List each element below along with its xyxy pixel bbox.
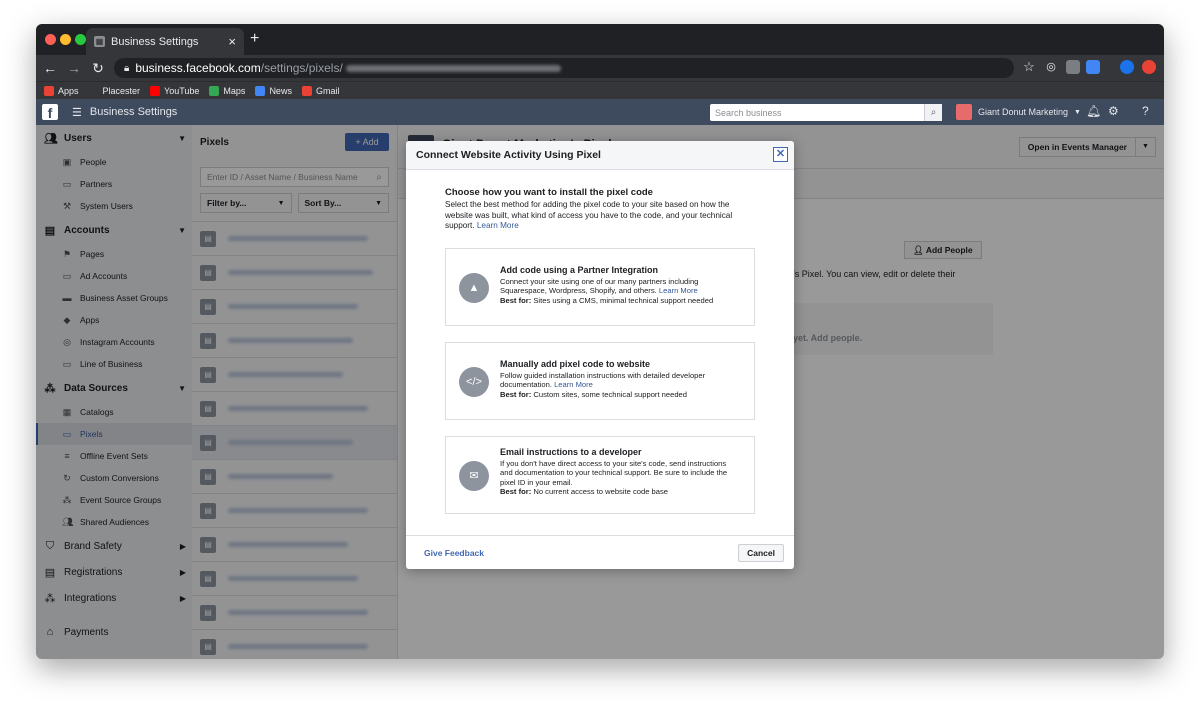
minimize-window-button[interactable] (60, 34, 71, 45)
nav-bar: ← → ↻ 🔒︎ business.facebook.com /settings… (36, 55, 1164, 81)
option-title: Manually add pixel code to website (500, 358, 651, 369)
learn-more-link[interactable]: Learn More (659, 286, 698, 295)
maps-icon (209, 85, 220, 96)
shopping-bag-icon: ▲ (459, 272, 489, 303)
option-title: Add code using a Partner Integration (500, 264, 659, 275)
option-best-for: Best for: Custom sites, some technical s… (500, 389, 688, 399)
reload-icon[interactable]: ↻ (88, 60, 108, 77)
chevron-down-icon: ▼ (1074, 108, 1081, 116)
bookmark-placester[interactable]: Placester (88, 85, 140, 96)
bookmarks-bar: Apps Placester YouTube Maps News Gmail (36, 81, 1164, 99)
gear-icon[interactable]: ⚙ (1108, 104, 1119, 118)
close-tab-icon[interactable]: × (228, 34, 236, 49)
option-description: Follow guided installation instructions … (500, 370, 706, 390)
option-description: Connect your site using one of our many … (500, 276, 699, 296)
dialog-footer: Give Feedback Cancel (406, 535, 794, 569)
fb-top-bar: f ☰ Business Settings Search business ⌕ … (36, 99, 1164, 125)
dialog-heading: Choose how you want to install the pixel… (445, 187, 653, 198)
lock-icon: 🔒︎ (124, 62, 130, 74)
profile-avatar-icon[interactable] (1120, 60, 1134, 74)
search-icon[interactable]: ⌕ (924, 104, 942, 121)
fb-header-title[interactable]: ☰ Business Settings (72, 106, 177, 119)
bookmark-news[interactable]: News (255, 85, 292, 96)
connect-pixel-dialog: Connect Website Activity Using Pixel ✕ C… (406, 141, 794, 569)
url-host: business.facebook.com (135, 61, 261, 75)
extension-icon[interactable] (1086, 60, 1100, 74)
option-manual-install[interactable]: </> Manually add pixel code to website F… (445, 341, 755, 420)
tab-title: Business Settings (111, 35, 199, 48)
close-icon[interactable]: ✕ (773, 147, 788, 162)
youtube-icon (150, 85, 161, 96)
extension-icon[interactable] (1066, 60, 1080, 74)
envelope-icon: ✉ (459, 460, 489, 491)
option-description: If you don't have direct access to your … (500, 458, 728, 487)
bookmark-youtube[interactable]: YouTube (150, 85, 199, 96)
business-search-input[interactable]: Search business ⌕ (710, 104, 942, 121)
dialog-header: Connect Website Activity Using Pixel ✕ (406, 141, 794, 170)
dialog-intro: Select the best method for adding the pi… (445, 200, 733, 230)
url-path: /settings/pixels/ (260, 61, 343, 75)
learn-more-link[interactable]: Learn More (554, 380, 593, 389)
business-avatar (956, 104, 972, 120)
browser-window: ▦ Business Settings × + ← → ↻ 🔒︎ busines… (36, 24, 1164, 659)
learn-more-link[interactable]: Learn More (477, 221, 519, 230)
extension-icon[interactable] (1142, 60, 1156, 74)
option-best-for: Best for: No current access to website c… (500, 487, 669, 497)
dialog-body: Choose how you want to install the pixel… (406, 170, 794, 514)
browser-tab[interactable]: ▦ Business Settings × (86, 28, 244, 55)
address-bar[interactable]: 🔒︎ business.facebook.com /settings/pixel… (114, 58, 1014, 78)
option-title: Email instructions to a developer (500, 446, 642, 457)
bell-icon[interactable]: 🔔︎ (1086, 104, 1101, 118)
option-best-for: Best for: Sites using a CMS, minimal tec… (500, 295, 714, 305)
give-feedback-link[interactable]: Give Feedback (424, 548, 484, 558)
account-switcher[interactable]: Giant Donut Marketing ▼ (956, 104, 1081, 120)
maximize-window-button[interactable] (75, 34, 86, 45)
tab-favicon-icon: ▦ (94, 36, 105, 47)
gmail-icon (301, 85, 312, 96)
help-icon[interactable]: ? (1142, 104, 1149, 118)
placester-icon (88, 85, 99, 96)
code-icon: </> (459, 366, 489, 397)
dialog-title: Connect Website Activity Using Pixel (416, 149, 601, 161)
forward-arrow-icon[interactable]: → (64, 60, 84, 76)
hamburger-menu-icon[interactable]: ☰ (72, 106, 82, 119)
close-window-button[interactable] (45, 34, 56, 45)
facebook-logo-icon[interactable]: f (42, 104, 58, 121)
bookmark-maps[interactable]: Maps (209, 85, 245, 96)
extension-icon[interactable]: ◎ (1044, 60, 1058, 74)
tab-bar: ▦ Business Settings × + (36, 24, 1164, 55)
news-icon (255, 85, 266, 96)
option-email-developer[interactable]: ✉ Email instructions to a developer If y… (445, 435, 755, 514)
url-redacted (345, 64, 561, 72)
apps-grid-icon (44, 85, 54, 96)
bookmark-apps[interactable]: Apps (44, 85, 79, 96)
new-tab-button[interactable]: + (250, 30, 259, 48)
option-partner-integration[interactable]: ▲ Add code using a Partner Integration C… (445, 247, 755, 326)
back-arrow-icon[interactable]: ← (40, 60, 60, 76)
bookmark-gmail[interactable]: Gmail (301, 85, 339, 96)
cancel-button[interactable]: Cancel (738, 543, 784, 562)
bookmark-star-icon[interactable]: ☆ (1022, 60, 1036, 74)
